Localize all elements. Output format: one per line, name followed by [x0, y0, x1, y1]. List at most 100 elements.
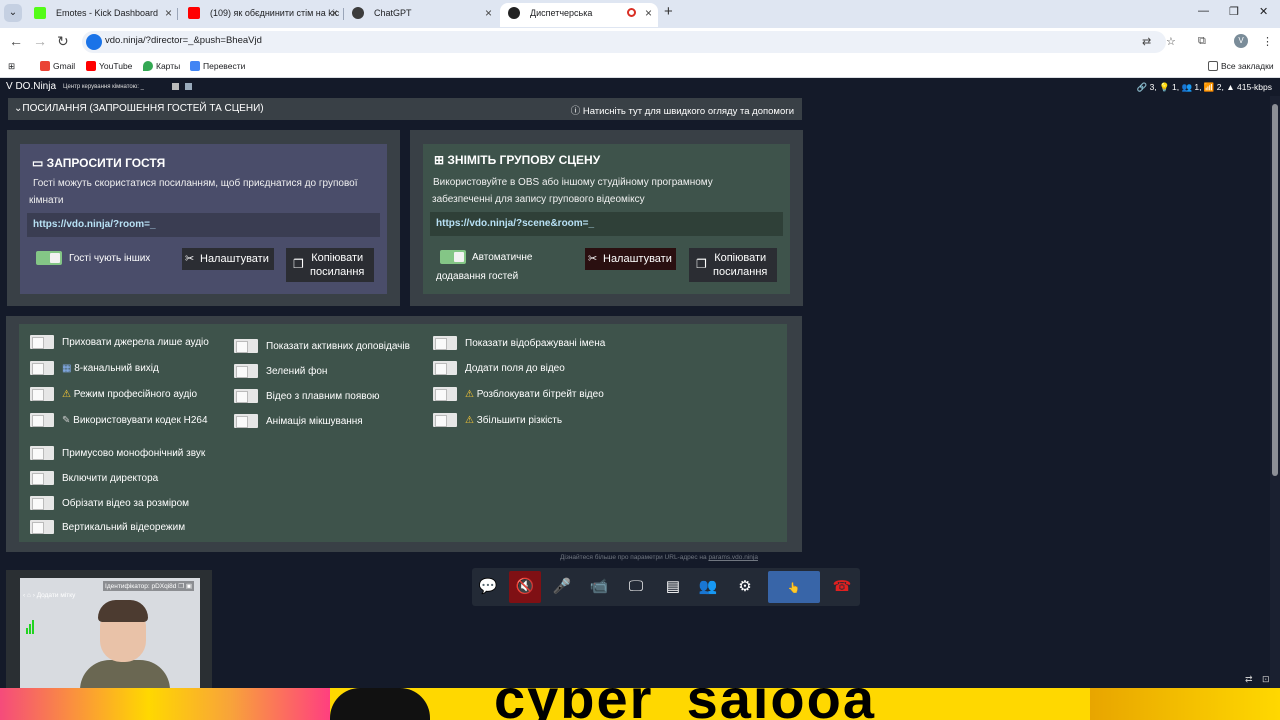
checkbox[interactable]: [30, 413, 54, 427]
url-params-note: Дізнайтеся більше про параметри URL-адре…: [560, 554, 758, 561]
scene-copy-label: Копіювати посилання: [713, 251, 767, 279]
youtube-icon: [86, 61, 96, 71]
scene-settings-button[interactable]: ✂ Налаштувати: [585, 248, 676, 270]
checkbox[interactable]: [433, 361, 457, 375]
scrollbar-thumb[interactable]: [1272, 104, 1278, 476]
document-icon: ▤: [665, 578, 681, 595]
browser-tab-bar: ⌄ Emotes - Kick Dashboard × (109) як обє…: [0, 0, 1280, 28]
bookmark-maps[interactable]: Карты: [143, 61, 180, 71]
site-info-icon[interactable]: [86, 34, 102, 50]
checkbox[interactable]: [433, 413, 457, 427]
checkbox[interactable]: [433, 336, 457, 350]
invite-link-box[interactable]: https://vdo.ninja/?room=_: [27, 213, 380, 237]
microphone-button[interactable]: 🎤: [546, 571, 578, 603]
scene-link[interactable]: https://vdo.ninja/?scene&room=_: [436, 218, 594, 229]
option-label: Показати активних доповідачів: [266, 341, 410, 352]
settings-button[interactable]: ⚙: [729, 571, 761, 603]
option-label: Зелений фон: [266, 366, 328, 377]
bookmark-gmail[interactable]: Gmail: [40, 61, 75, 71]
tab-director[interactable]: Диспетчерська ×: [500, 3, 658, 27]
camera-button[interactable]: 📹: [583, 571, 615, 603]
restore-icon[interactable]: ❐: [1229, 5, 1239, 18]
invite-link[interactable]: https://vdo.ninja/?room=_: [33, 219, 156, 230]
checkbox[interactable]: [30, 496, 54, 510]
stream-id-label[interactable]: Ідентифікатор: pDXqi8d ❐ ▣: [103, 581, 194, 591]
tab-title: Emotes - Kick Dashboard: [56, 8, 159, 18]
scene-copy-link-button[interactable]: ❐ Копіювати посилання: [689, 248, 777, 282]
checkbox[interactable]: [30, 520, 54, 534]
close-tab-icon[interactable]: ×: [645, 3, 652, 23]
bookmark-star-icon[interactable]: ☆: [1166, 35, 1176, 48]
omnibox[interactable]: vdo.ninja/?director=_&push=BheaVjd ⇄ ☆: [82, 31, 1176, 53]
page-scrollbar[interactable]: [1270, 96, 1280, 688]
scene-panel: ⊞ ЗНІМІТЬ ГРУПОВУ СЦЕНУ Використовуйте в…: [410, 130, 803, 306]
all-bookmarks[interactable]: Все закладки: [1208, 61, 1274, 71]
room-lock-icon[interactable]: [172, 83, 179, 90]
chat-button[interactable]: 💬: [472, 571, 504, 603]
url-text[interactable]: vdo.ninja/?director=_&push=BheaVjd: [105, 35, 262, 46]
participants-button[interactable]: 👥: [692, 571, 724, 603]
fullscreen-icon[interactable]: ⊡: [1262, 674, 1270, 685]
forward-icon[interactable]: →: [33, 33, 47, 49]
option-label: Вертикальний відеорежим: [62, 522, 186, 533]
tab-kick-dashboard[interactable]: Emotes - Kick Dashboard ×: [26, 3, 178, 27]
extensions-icon[interactable]: ⧉: [1198, 35, 1206, 48]
video-camera-icon: ▭: [32, 156, 47, 170]
gmail-icon: [40, 61, 50, 71]
close-tab-icon[interactable]: ×: [331, 3, 338, 23]
apps-grid-icon[interactable]: ⊞: [8, 61, 15, 72]
connection-stats[interactable]: 🔗 3, 💡 1, 👥 1, 📶 2, ▲ 415-kbps: [1137, 82, 1272, 93]
copy-icon[interactable]: ❐: [178, 583, 184, 590]
invite-desc-line1: Гості можуть скористатися посиланням, що…: [33, 178, 358, 189]
translate-icon[interactable]: ⇄: [1142, 35, 1151, 48]
option-label: Включити директора: [62, 473, 159, 484]
checkbox[interactable]: [234, 364, 258, 378]
hangup-button[interactable]: ☎: [826, 571, 858, 603]
speaker-mute-button[interactable]: 🔇: [509, 571, 541, 603]
close-tab-icon[interactable]: ×: [485, 3, 492, 23]
tab-chatgpt[interactable]: ChatGPT ×: [344, 3, 498, 27]
translate-small-icon[interactable]: ⇄: [1245, 674, 1253, 685]
option-label-text: Розблокувати бітрейт відео: [476, 389, 604, 400]
checkbox[interactable]: [234, 389, 258, 403]
bookmark-translate[interactable]: Перевести: [190, 61, 245, 71]
back-icon[interactable]: ←: [9, 33, 23, 49]
more-prefix: Дізнайтеся більше про параметри URL-адре…: [560, 554, 707, 561]
links-section-header[interactable]: ⌄ПОСИЛАННЯ (ЗАПРОШЕННЯ ГОСТЕЙ ТА СЦЕНИ) …: [8, 98, 802, 120]
checkbox[interactable]: [234, 414, 258, 428]
invite-copy-link-button[interactable]: ❐ Копіювати посилання: [286, 248, 374, 282]
checkbox[interactable]: [30, 335, 54, 349]
bookmark-label: Gmail: [53, 61, 76, 71]
tab-youtube[interactable]: (109) як обєднинити стім на kic ×: [180, 3, 344, 27]
checkbox[interactable]: [30, 361, 54, 375]
invite-settings-button[interactable]: ✂ Налаштувати: [182, 248, 274, 270]
guests-hear-others-toggle[interactable]: [36, 251, 62, 265]
params-link[interactable]: params.vdo.ninja: [708, 554, 758, 561]
vdo-ninja-page: V DO.Ninja Центр керування кімнатою: _ 🔗…: [0, 80, 1280, 720]
minimize-icon[interactable]: —: [1198, 5, 1209, 17]
auto-add-guests-toggle[interactable]: [440, 250, 466, 264]
self-preview-toggle[interactable]: 👆: [768, 571, 820, 603]
help-link[interactable]: ⓘ Натисніть тут для швидкого огляду та д…: [571, 103, 794, 117]
picture-in-picture-icon[interactable]: ▣: [186, 583, 192, 590]
room-info-icon[interactable]: [185, 83, 192, 90]
checkbox[interactable]: [30, 387, 54, 401]
warning-icon: ⚠: [62, 389, 74, 400]
close-window-icon[interactable]: ✕: [1259, 5, 1268, 18]
menu-kebab-icon[interactable]: ⋮: [1262, 35, 1273, 48]
bookmark-youtube[interactable]: YouTube: [86, 61, 132, 71]
checkbox[interactable]: [30, 471, 54, 485]
checkbox[interactable]: [433, 387, 457, 401]
profile-avatar[interactable]: V: [1234, 34, 1248, 48]
add-label[interactable]: ‹ ⌂ › Додати мітку: [23, 592, 75, 599]
screen-share-button[interactable]: 🖵: [620, 571, 652, 603]
scene-link-box[interactable]: https://vdo.ninja/?scene&room=_: [430, 212, 783, 236]
reload-icon[interactable]: ↻: [57, 33, 69, 50]
new-tab-icon[interactable]: +: [664, 3, 673, 20]
checkbox[interactable]: [234, 339, 258, 353]
close-tab-icon[interactable]: ×: [165, 3, 172, 23]
tab-search-dropdown-icon[interactable]: ⌄: [4, 4, 22, 22]
checkbox[interactable]: [30, 446, 54, 460]
links-section-title[interactable]: ⌄ПОСИЛАННЯ (ЗАПРОШЕННЯ ГОСТЕЙ ТА СЦЕНИ): [14, 103, 264, 114]
whiteboard-button[interactable]: ▤: [657, 571, 689, 603]
